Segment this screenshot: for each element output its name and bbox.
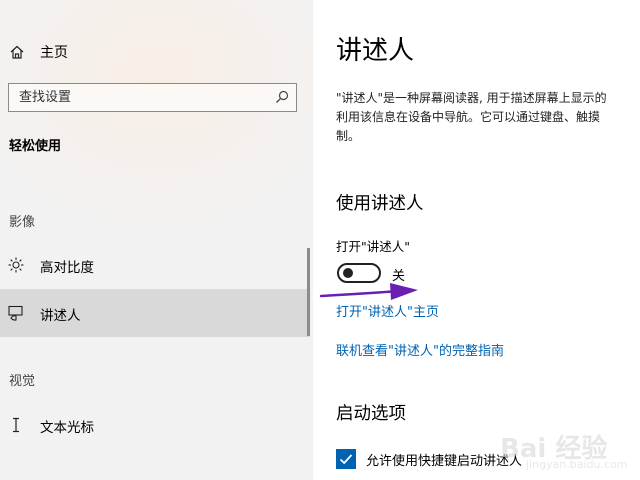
description-line: "讲述人"是一种屏幕阅读器, 用于描述屏幕上显示的 <box>336 91 607 105</box>
text-cursor-icon <box>13 417 19 433</box>
watermark: Bai 经验 jingyan.baidu.com <box>464 408 640 480</box>
sidebar-item-label: 讲述人 <box>40 308 81 324</box>
search-icon[interactable] <box>275 90 289 104</box>
sidebar-item-text-cursor[interactable]: 文本光标 <box>0 401 310 449</box>
sidebar-item-label: 文本光标 <box>40 420 94 436</box>
section-heading-startup: 启动选项 <box>336 404 406 424</box>
description-line: 制。 <box>336 129 361 143</box>
search-box[interactable] <box>8 83 297 112</box>
home-icon <box>10 45 24 59</box>
checkmark-icon <box>339 454 353 465</box>
brightness-icon <box>8 257 24 273</box>
sidebar-item-home[interactable]: 主页 <box>0 34 313 68</box>
annotation-arrow-icon <box>319 283 418 300</box>
group-label-vision: 影像 <box>9 215 36 230</box>
watermark-subtext: jingyan.baidu.com <box>526 458 628 471</box>
narrator-icon <box>8 305 23 321</box>
page-title: 讲述人 <box>336 36 415 66</box>
sidebar-item-narrator[interactable]: 讲述人 <box>0 289 310 337</box>
toggle-knob <box>343 268 353 278</box>
sidebar-item-label: 主页 <box>40 45 68 61</box>
sidebar-item-label: 高对比度 <box>40 260 94 276</box>
section-title: 轻松使用 <box>9 139 62 154</box>
group-label-view: 视觉 <box>9 374 36 389</box>
sidebar-item-high-contrast[interactable]: 高对比度 <box>0 241 310 289</box>
sidebar: 主页 轻松使用 影像 高对比度 讲述人 视觉 <box>0 0 313 480</box>
narrator-toggle-label: 打开"讲述人" <box>336 239 410 254</box>
sidebar-scrollbar[interactable] <box>307 248 310 336</box>
section-heading-use-narrator: 使用讲述人 <box>336 194 424 214</box>
description-line: 利用该信息在设备中导航。它可以通过键盘、触摸 <box>336 110 601 124</box>
shortcut-checkbox[interactable] <box>336 449 356 469</box>
page-description: "讲述人"是一种屏幕阅读器, 用于描述屏幕上显示的 利用该信息在设备中导航。它可… <box>336 89 640 146</box>
search-input[interactable] <box>9 84 269 110</box>
narrator-guide-link[interactable]: 联机查看"讲述人"的完整指南 <box>336 340 504 359</box>
